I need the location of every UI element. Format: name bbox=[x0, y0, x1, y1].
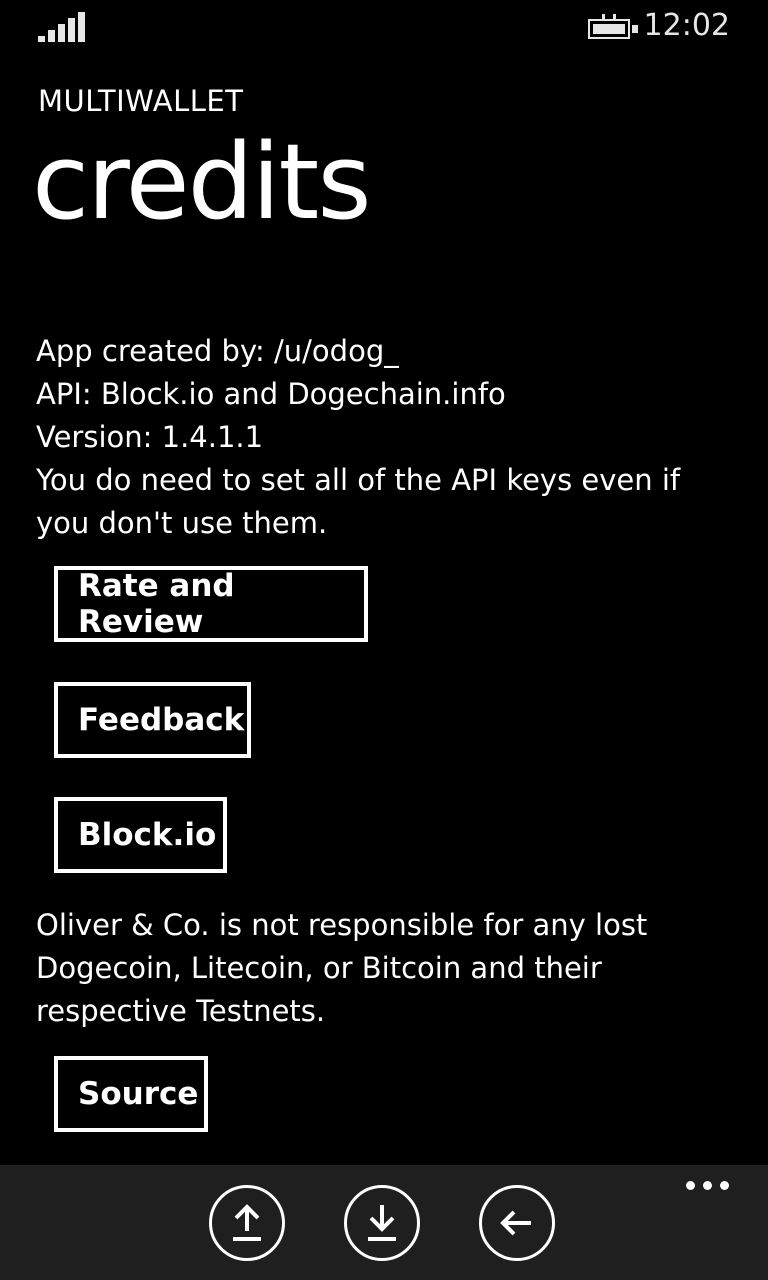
back-button[interactable] bbox=[479, 1185, 555, 1261]
source-button[interactable]: Source bbox=[54, 1056, 208, 1132]
credits-info: App created by: /u/odog_ API: Block.io a… bbox=[36, 330, 736, 545]
upload-button[interactable] bbox=[209, 1185, 285, 1261]
rate-and-review-button[interactable]: Rate and Review bbox=[54, 566, 368, 642]
back-arrow-icon bbox=[500, 1210, 531, 1236]
signal-strength-icon bbox=[38, 12, 88, 42]
download-icon bbox=[368, 1205, 396, 1241]
status-time: 12:02 bbox=[643, 8, 730, 43]
version-line: Version: 1.4.1.1 bbox=[36, 420, 264, 454]
battery-charging-icon bbox=[588, 14, 640, 42]
upload-icon bbox=[233, 1204, 261, 1241]
blockio-button[interactable]: Block.io bbox=[54, 797, 227, 873]
app-bar bbox=[0, 1165, 768, 1280]
page-title: credits bbox=[32, 121, 372, 243]
status-bar: 12:02 bbox=[0, 0, 768, 60]
api-keys-note: You do need to set all of the API keys e… bbox=[36, 463, 690, 540]
feedback-button[interactable]: Feedback bbox=[54, 682, 251, 758]
more-icon[interactable] bbox=[686, 1181, 732, 1195]
creator-line: App created by: /u/odog_ bbox=[36, 334, 399, 368]
download-button[interactable] bbox=[344, 1185, 420, 1261]
credits-screen: 12:02 MULTIWALLET credits App created by… bbox=[0, 0, 768, 1280]
disclaimer-text: Oliver & Co. is not responsible for any … bbox=[36, 908, 648, 1028]
api-line: API: Block.io and Dogechain.info bbox=[36, 377, 506, 411]
app-title: MULTIWALLET bbox=[38, 84, 244, 118]
